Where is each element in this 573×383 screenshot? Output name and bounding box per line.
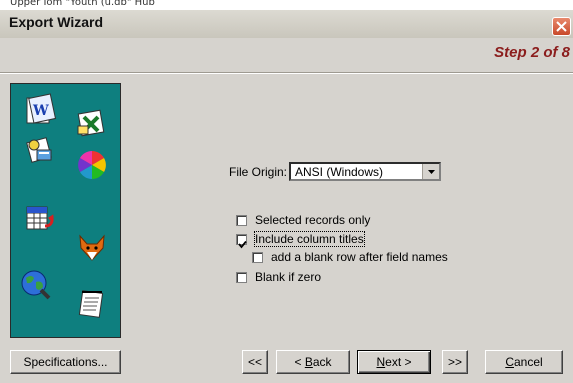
close-button[interactable] (552, 17, 571, 36)
back-button[interactable]: < Back (276, 350, 350, 374)
header-separator (0, 72, 573, 74)
table-export-icon (23, 202, 57, 236)
notepad-icon (75, 286, 109, 320)
file-origin-value: ANSI (Windows) (295, 165, 384, 179)
selected-records-label: Selected records only (255, 213, 371, 227)
foxpro-fox-icon (75, 230, 109, 264)
specifications-button[interactable]: Specifications... (10, 350, 121, 374)
checkmark-icon (238, 234, 249, 249)
database-forms-icon (23, 134, 57, 168)
excel-spreadsheet-icon (75, 106, 109, 140)
blank-if-zero-label: Blank if zero (255, 270, 322, 284)
include-column-titles-label: Include column titles (254, 231, 365, 247)
selected-records-checkbox[interactable] (236, 215, 247, 226)
last-step-button[interactable]: >> (442, 350, 468, 374)
cancel-button[interactable]: Cancel (485, 350, 563, 374)
color-wheel-icon (75, 148, 109, 182)
background-window-title: Upper Iom "Youth (u.db" Hub (10, 0, 155, 8)
step-indicator: Step 2 of 8 (494, 44, 570, 61)
blank-row-checkbox[interactable] (252, 252, 263, 263)
file-origin-label: File Origin: (229, 165, 288, 179)
file-origin-dropdown[interactable]: ANSI (Windows) (289, 162, 441, 181)
globe-search-icon (19, 268, 53, 302)
word-document-icon: W (23, 93, 57, 127)
export-wizard-window: Upper Iom "Youth (u.db" Hub Export Wizar… (0, 0, 573, 383)
first-step-button[interactable]: << (242, 350, 268, 374)
svg-text:W: W (32, 103, 49, 119)
wizard-body: Step 2 of 8 W File Origin: ANSI (Windows… (0, 38, 573, 383)
blank-if-zero-checkbox[interactable] (236, 272, 247, 283)
wizard-sidebar: W (10, 83, 121, 338)
close-icon (556, 21, 567, 32)
chevron-down-icon[interactable] (422, 164, 439, 179)
title-bar[interactable]: Export Wizard (0, 10, 573, 39)
next-button[interactable]: Next > (357, 350, 431, 374)
window-title: Export Wizard (9, 14, 103, 30)
include-column-titles-checkbox[interactable] (236, 234, 249, 249)
blank-row-label: add a blank row after field names (271, 250, 448, 264)
